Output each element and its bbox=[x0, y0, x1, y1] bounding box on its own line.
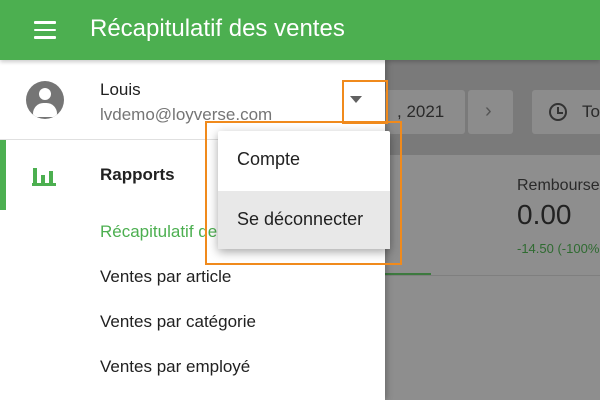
date-range-button[interactable]: , 2021 bbox=[385, 90, 465, 134]
summary-card: Rembourse 0.00 -14.50 (-100% bbox=[385, 155, 600, 400]
account-menu-popup: Compte Se déconnecter bbox=[218, 131, 390, 249]
app-header: Récapitulatif des ventes bbox=[0, 0, 600, 60]
bar-chart-icon bbox=[32, 164, 56, 186]
sidebar-item-label: Rapports bbox=[100, 165, 175, 184]
sidebar-subitem-sales-by-category[interactable]: Ventes par catégorie bbox=[100, 312, 256, 332]
hamburger-menu-icon[interactable] bbox=[34, 21, 56, 39]
refunds-label: Rembourse bbox=[517, 177, 600, 194]
menu-item-account[interactable]: Compte bbox=[218, 131, 390, 189]
chevron-right-icon: › bbox=[485, 100, 492, 122]
avatar-icon bbox=[26, 81, 64, 119]
refunds-change: -14.50 (-100% bbox=[517, 241, 600, 256]
user-name: Louis bbox=[100, 80, 141, 99]
clock-icon bbox=[549, 103, 567, 121]
date-range-text: , 2021 bbox=[397, 102, 445, 121]
page-title: Récapitulatif des ventes bbox=[90, 15, 345, 42]
menu-item-logout[interactable]: Se déconnecter bbox=[218, 191, 390, 249]
refunds-value: 0.00 bbox=[517, 199, 572, 230]
next-period-button[interactable]: › bbox=[468, 90, 513, 134]
menu-item-label: Compte bbox=[237, 149, 301, 169]
menu-item-label: Se déconnecter bbox=[237, 209, 364, 229]
sidebar-subitem-sales-summary[interactable]: Récapitulatif de bbox=[100, 222, 217, 242]
sidebar-subitem-sales-by-item[interactable]: Ventes par article bbox=[100, 267, 231, 287]
account-dropdown-arrow-icon[interactable] bbox=[350, 96, 362, 103]
time-filter-text: To bbox=[582, 102, 600, 121]
active-item-accent bbox=[0, 140, 6, 210]
user-account-area: Louis lvdemo@loyverse.com bbox=[0, 60, 385, 140]
card-divider bbox=[385, 275, 600, 276]
time-filter-button[interactable]: To bbox=[532, 90, 600, 134]
user-email: lvdemo@loyverse.com bbox=[100, 105, 273, 124]
sidebar-subitem-sales-by-employee[interactable]: Ventes par employé bbox=[100, 357, 250, 377]
page-background-overlay: , 2021 › To Rembourse 0.00 -14.50 (-100% bbox=[385, 60, 600, 400]
